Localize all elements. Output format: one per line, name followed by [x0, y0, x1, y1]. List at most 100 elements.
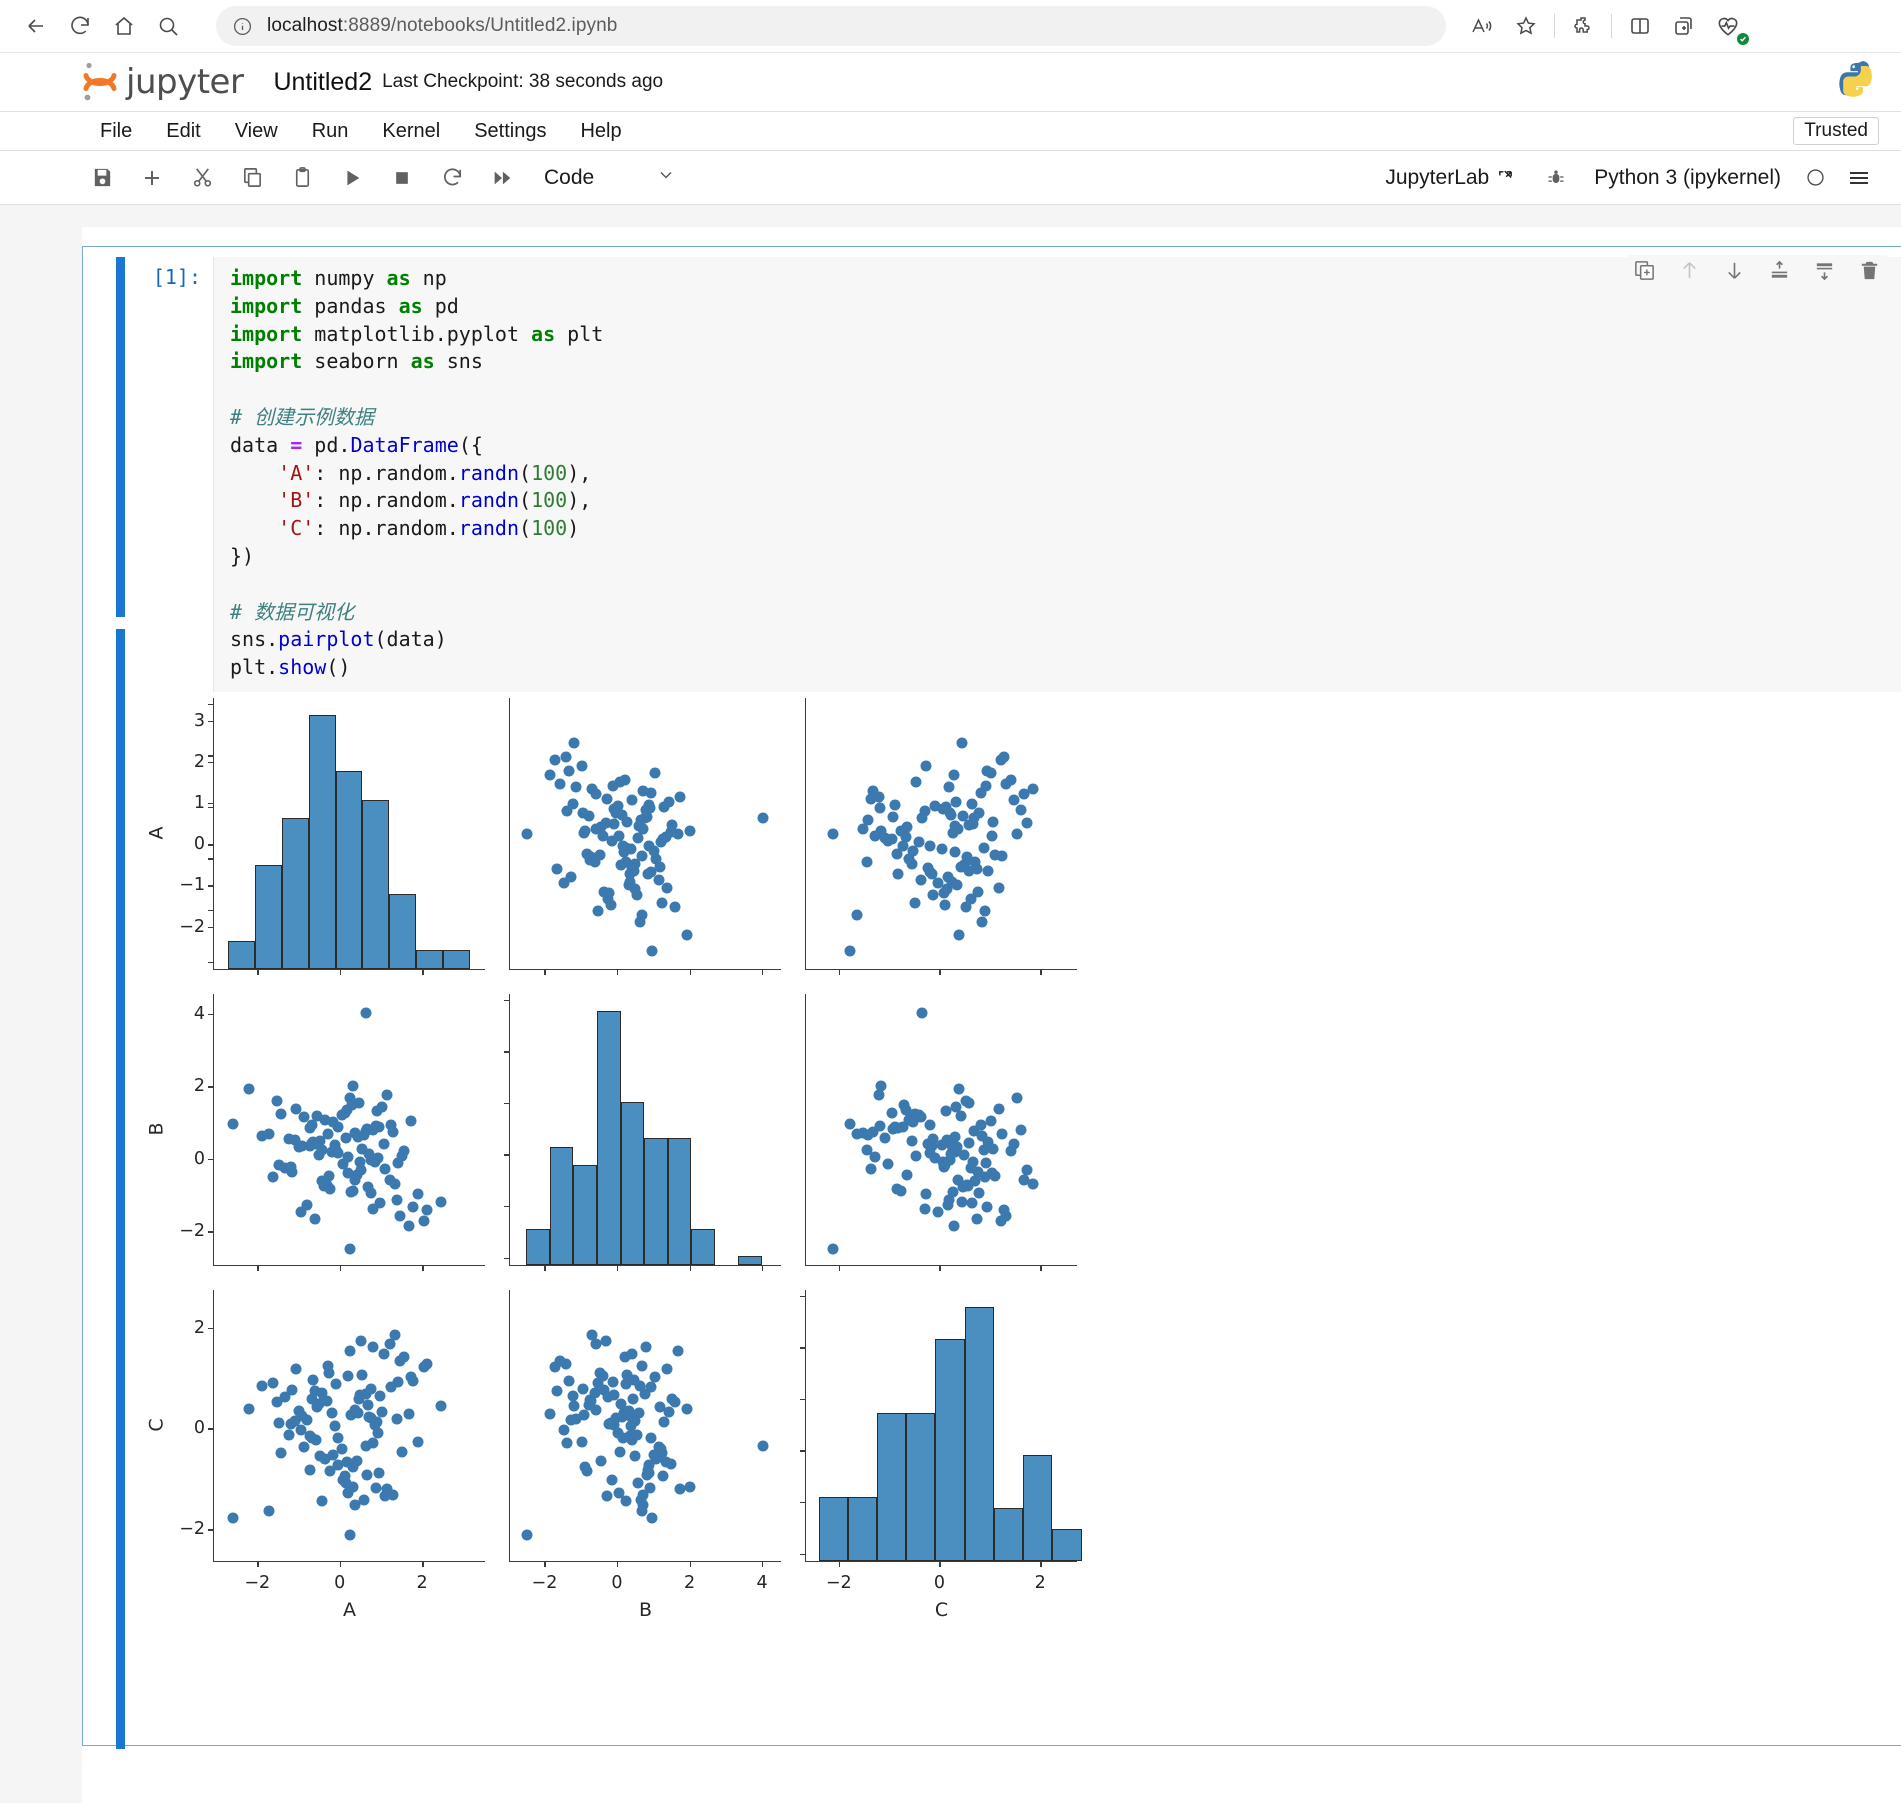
- scatter-point: [892, 1122, 904, 1134]
- move-cell-up-icon[interactable]: [1678, 259, 1701, 282]
- duplicate-cell-icon[interactable]: [1633, 259, 1656, 282]
- x-tick: [689, 968, 691, 975]
- scatter-point: [891, 848, 903, 860]
- insert-cell-below-icon[interactable]: [1813, 259, 1836, 282]
- scatter-point: [316, 1144, 328, 1156]
- star-icon[interactable]: [1504, 4, 1548, 48]
- cut-cell-button[interactable]: [182, 158, 222, 198]
- scatter-point: [661, 882, 673, 894]
- scatter-point: [963, 865, 975, 877]
- scatter-point: [603, 887, 615, 899]
- histogram-bar: [549, 1147, 574, 1265]
- info-circle-icon[interactable]: [232, 16, 253, 37]
- restart-run-all-button[interactable]: [482, 158, 522, 198]
- scatter-point: [590, 823, 602, 835]
- cell-type-dropdown[interactable]: Code: [544, 165, 676, 191]
- move-cell-down-icon[interactable]: [1723, 259, 1746, 282]
- search-icon[interactable]: [146, 4, 190, 48]
- plot-frame: −2 0 2 4 B: [509, 1289, 781, 1621]
- collections-icon[interactable]: [1662, 4, 1706, 48]
- scatter-point: [1000, 778, 1012, 790]
- run-cell-button[interactable]: [332, 158, 372, 198]
- bug-icon[interactable]: [1536, 158, 1576, 198]
- x-tick-label: −2: [244, 1572, 271, 1593]
- scatter-point: [629, 1415, 641, 1427]
- refresh-icon[interactable]: [58, 4, 102, 48]
- split-screen-icon[interactable]: [1618, 4, 1662, 48]
- y-tick: [504, 999, 510, 1001]
- address-bar[interactable]: localhost:8889/notebooks/Untitled2.ipynb: [216, 6, 1446, 46]
- jupyterlab-link[interactable]: JupyterLab: [1385, 166, 1514, 190]
- notebook-title[interactable]: Untitled2: [273, 68, 372, 97]
- scatter-point: [892, 868, 904, 880]
- menu-edit[interactable]: Edit: [154, 116, 212, 147]
- kernel-name-label[interactable]: Python 3 (ipykernel): [1594, 166, 1781, 190]
- scatter-point: [980, 780, 992, 792]
- scatter-point: [757, 1440, 769, 1452]
- jupyter-mark-icon: [83, 62, 117, 101]
- scatter-point: [669, 901, 681, 913]
- scatter-point: [324, 1465, 336, 1477]
- menu-kernel[interactable]: Kernel: [370, 116, 452, 147]
- jupyter-logo[interactable]: jupyter: [80, 59, 244, 105]
- menu-settings[interactable]: Settings: [462, 116, 558, 147]
- home-icon[interactable]: [102, 4, 146, 48]
- scatter-point: [376, 1101, 388, 1113]
- back-arrow-icon[interactable]: [14, 4, 58, 48]
- kernel-idle-circle-icon[interactable]: [1795, 158, 1835, 198]
- scatter-point: [263, 1128, 275, 1140]
- scatter-point: [982, 865, 994, 877]
- scatter-point: [629, 1450, 641, 1462]
- scatter-point: [565, 871, 577, 883]
- read-aloud-icon[interactable]: [1460, 4, 1504, 48]
- scatter-point: [243, 1083, 255, 1095]
- plot-frame: [805, 697, 1077, 975]
- trusted-badge[interactable]: Trusted: [1793, 117, 1879, 145]
- copy-cell-button[interactable]: [232, 158, 272, 198]
- y-tick: [208, 755, 214, 757]
- scatter-point: [594, 849, 606, 861]
- scatter-point: [642, 868, 654, 880]
- cell-input-row: [1]: import numpy as np import pandas as…: [83, 247, 1901, 692]
- y-tick: [208, 1158, 214, 1161]
- menu-file[interactable]: File: [88, 116, 144, 147]
- scatter-point: [379, 1163, 391, 1175]
- scatter-point: [372, 1427, 384, 1438]
- save-button[interactable]: [82, 158, 122, 198]
- x-tick-label: 2: [1034, 1572, 1046, 1593]
- histogram-bar: [415, 950, 443, 969]
- scatter-point: [960, 1095, 972, 1107]
- scatter-point: [640, 1341, 652, 1353]
- scatter-point: [900, 831, 912, 843]
- delete-cell-icon[interactable]: [1858, 259, 1881, 282]
- health-check-icon[interactable]: [1706, 4, 1750, 48]
- scatter-point: [978, 1144, 990, 1156]
- scatter-point: [927, 1133, 939, 1145]
- puzzle-icon[interactable]: [1561, 4, 1605, 48]
- scatter-point: [405, 1115, 417, 1127]
- scatter-point: [941, 1134, 953, 1146]
- scatter-point: [568, 737, 580, 749]
- scatter-point: [998, 1204, 1010, 1216]
- scatter-point: [387, 1489, 399, 1501]
- scatter-point: [583, 810, 595, 822]
- menu-run[interactable]: Run: [300, 116, 361, 147]
- hamburger-menu-icon[interactable]: [1839, 158, 1879, 198]
- x-tick: [257, 1264, 259, 1271]
- insert-cell-button[interactable]: [132, 158, 172, 198]
- scatter-point: [632, 1477, 644, 1489]
- insert-cell-above-icon[interactable]: [1768, 259, 1791, 282]
- paste-cell-button[interactable]: [282, 158, 322, 198]
- interrupt-kernel-button[interactable]: [382, 158, 422, 198]
- code-editor[interactable]: import numpy as np import pandas as pd i…: [213, 255, 1901, 692]
- pairplot-axes-b-c: [805, 993, 1077, 1271]
- scatter-point: [387, 1126, 399, 1138]
- scatter-point: [560, 751, 572, 763]
- scatter-point: [684, 1481, 696, 1493]
- python-logo-icon: [1837, 59, 1879, 106]
- restart-kernel-button[interactable]: [432, 158, 472, 198]
- menu-view[interactable]: View: [223, 116, 290, 147]
- menu-help[interactable]: Help: [568, 116, 633, 147]
- notebook-cell[interactable]: [1]: import numpy as np import pandas as…: [82, 246, 1901, 1749]
- cell-source-code[interactable]: import numpy as np import pandas as pd i…: [230, 265, 1901, 682]
